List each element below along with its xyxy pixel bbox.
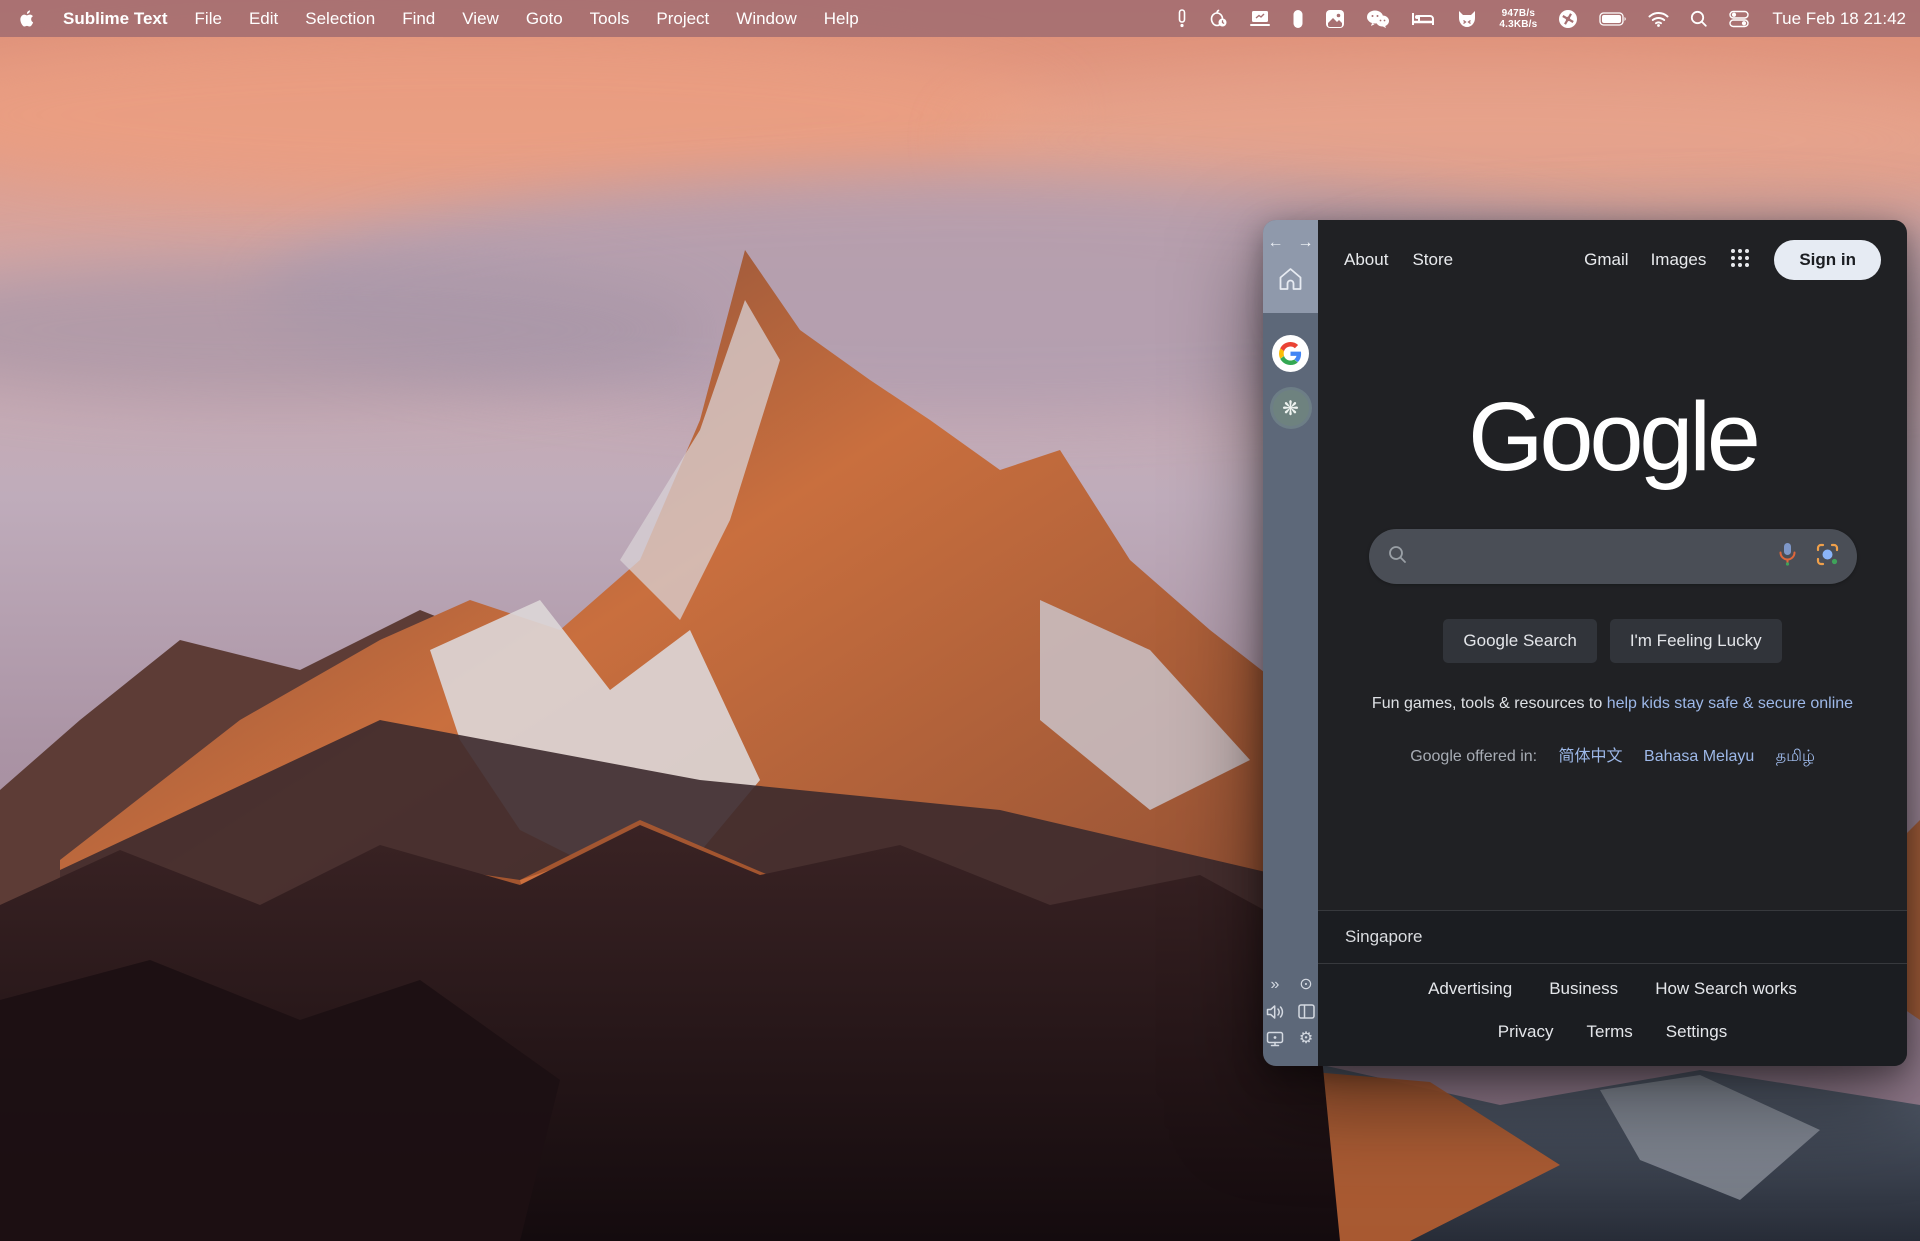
google-search-button[interactable]: Google Search bbox=[1443, 619, 1597, 663]
browser-sidebar: ← → ❋ » ⊙ ⚙ bbox=[1263, 220, 1318, 1066]
back-arrow-icon[interactable]: ← bbox=[1268, 234, 1284, 252]
google-homepage: About Store Gmail Images Sign in Google bbox=[1318, 220, 1907, 1066]
offered-link-ta[interactable]: தமிழ் bbox=[1776, 748, 1815, 765]
promo-text: Fun games, tools & resources to bbox=[1371, 695, 1603, 712]
chatgpt-favicon[interactable]: ❋ bbox=[1272, 390, 1309, 426]
google-footer: Singapore Advertising Business How Searc… bbox=[1318, 910, 1907, 1066]
pin-icon[interactable] bbox=[1177, 7, 1187, 31]
bed-icon[interactable] bbox=[1411, 7, 1435, 31]
menu-goto[interactable]: Goto bbox=[526, 9, 563, 29]
footer-link-settings[interactable]: Settings bbox=[1666, 1022, 1727, 1042]
google-header: About Store Gmail Images Sign in bbox=[1318, 220, 1907, 280]
footer-link-business[interactable]: Business bbox=[1549, 979, 1618, 999]
home-icon[interactable] bbox=[1277, 266, 1304, 297]
menu-file[interactable]: File bbox=[195, 9, 222, 29]
menu-selection[interactable]: Selection bbox=[305, 9, 375, 29]
promo-line: Fun games, tools & resources to help kid… bbox=[1372, 695, 1853, 713]
header-link-about[interactable]: About bbox=[1344, 250, 1388, 270]
sidebar-bottom-toolbar: » ⊙ ⚙ bbox=[1264, 971, 1317, 1052]
footer-link-terms[interactable]: Terms bbox=[1587, 1022, 1633, 1042]
google-logo: Google bbox=[1468, 382, 1761, 491]
footer-link-advertising[interactable]: Advertising bbox=[1428, 979, 1512, 999]
net-up: 947B/s bbox=[1501, 7, 1536, 19]
google-favicon[interactable] bbox=[1272, 335, 1309, 372]
menu-project[interactable]: Project bbox=[656, 9, 709, 29]
notch-icon[interactable] bbox=[1292, 7, 1304, 31]
battery-health-icon[interactable] bbox=[1208, 7, 1228, 31]
menu-find[interactable]: Find bbox=[402, 9, 435, 29]
control-center-icon[interactable] bbox=[1729, 7, 1750, 31]
settings-icon[interactable]: ⚙ bbox=[1299, 1030, 1313, 1047]
microphone-icon[interactable] bbox=[1778, 542, 1797, 571]
battery-icon[interactable] bbox=[1599, 7, 1627, 31]
wifi-icon[interactable] bbox=[1648, 7, 1669, 31]
expand-sidebar-icon[interactable]: » bbox=[1271, 976, 1280, 993]
feeling-lucky-button[interactable]: I'm Feeling Lucky bbox=[1609, 619, 1782, 663]
menu-bar-clock[interactable]: Tue Feb 18 21:42 bbox=[1772, 9, 1906, 29]
screen-share-icon[interactable] bbox=[1266, 1031, 1284, 1047]
network-speed-indicator[interactable]: 947B/s 4.3KB/s bbox=[1499, 8, 1537, 30]
header-link-store[interactable]: Store bbox=[1412, 250, 1453, 270]
offered-link-zh[interactable]: 简体中文 bbox=[1559, 748, 1623, 765]
sign-in-button[interactable]: Sign in bbox=[1774, 240, 1881, 280]
language-line: Google offered in: 简体中文 Bahasa Melayu தம… bbox=[1410, 742, 1815, 767]
runcat-icon[interactable] bbox=[1456, 7, 1478, 31]
split-view-icon[interactable] bbox=[1297, 1004, 1315, 1019]
menu-help[interactable]: Help bbox=[824, 9, 859, 29]
offered-label: Google offered in: bbox=[1410, 748, 1538, 765]
net-down: 4.3KB/s bbox=[1499, 18, 1538, 30]
forward-arrow-icon[interactable]: → bbox=[1298, 234, 1314, 252]
menu-window[interactable]: Window bbox=[736, 9, 796, 29]
proxy-icon[interactable] bbox=[1558, 7, 1578, 31]
photos-icon[interactable] bbox=[1325, 7, 1345, 31]
offered-link-ms[interactable]: Bahasa Melayu bbox=[1644, 748, 1754, 765]
sidebar-nav-block: ← → bbox=[1263, 220, 1318, 313]
search-magnifier-icon bbox=[1388, 545, 1407, 569]
menu-tools[interactable]: Tools bbox=[590, 9, 630, 29]
active-app-name[interactable]: Sublime Text bbox=[63, 9, 168, 29]
record-icon[interactable]: ⊙ bbox=[1299, 976, 1312, 993]
search-input[interactable] bbox=[1420, 546, 1764, 567]
footer-link-privacy[interactable]: Privacy bbox=[1498, 1022, 1554, 1042]
browser-window: ← → ❋ » ⊙ ⚙ About Store Gmail Images Sig… bbox=[1263, 220, 1907, 1066]
macos-menu-bar: Sublime Text File Edit Selection Find Vi… bbox=[0, 0, 1920, 37]
promo-link[interactable]: help kids stay safe & secure online bbox=[1607, 695, 1853, 712]
spotlight-icon[interactable] bbox=[1690, 7, 1708, 31]
footer-region-label: Singapore bbox=[1318, 910, 1907, 964]
header-link-images[interactable]: Images bbox=[1651, 250, 1707, 270]
display-chart-icon[interactable] bbox=[1249, 7, 1271, 31]
volume-icon[interactable] bbox=[1266, 1004, 1284, 1020]
lens-camera-icon[interactable] bbox=[1816, 543, 1839, 571]
footer-link-how-search-works[interactable]: How Search works bbox=[1655, 979, 1797, 999]
menu-edit[interactable]: Edit bbox=[249, 9, 278, 29]
wechat-icon[interactable] bbox=[1366, 7, 1390, 31]
apple-icon[interactable] bbox=[20, 7, 36, 31]
apps-grid-icon[interactable] bbox=[1730, 248, 1750, 273]
menu-view[interactable]: View bbox=[462, 9, 499, 29]
header-link-gmail[interactable]: Gmail bbox=[1584, 250, 1628, 270]
search-bar[interactable] bbox=[1368, 529, 1857, 584]
